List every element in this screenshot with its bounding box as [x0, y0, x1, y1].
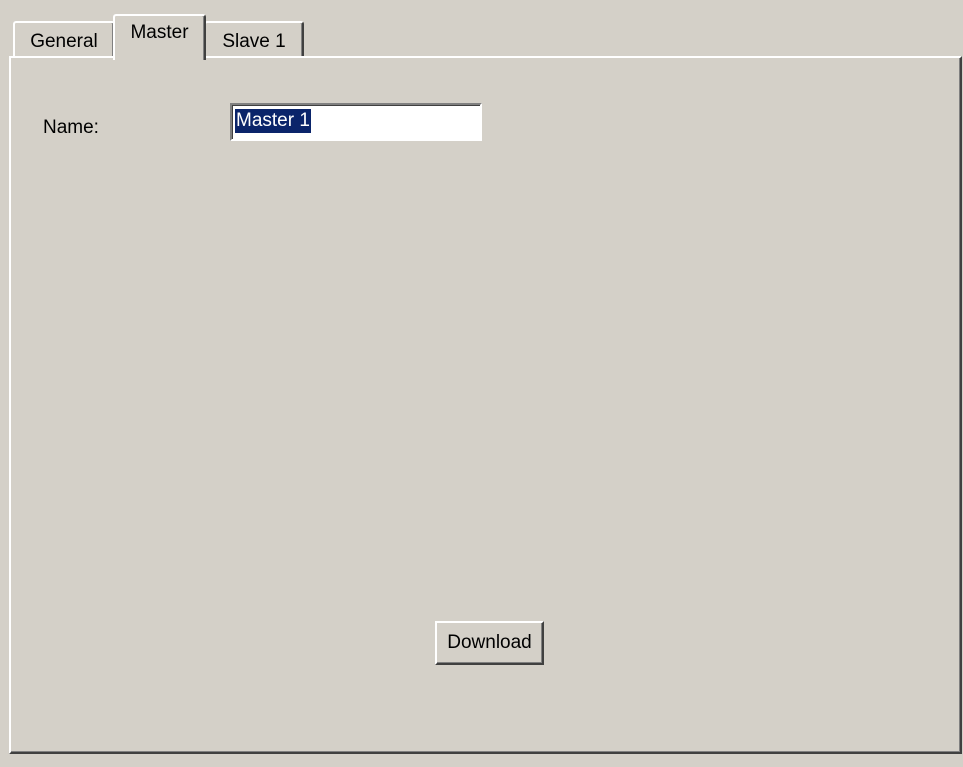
tab-general-label: General	[30, 31, 98, 52]
tab-slave-1[interactable]: Slave 1	[204, 21, 304, 57]
tab-slave-1-label: Slave 1	[222, 31, 286, 52]
name-label: Name:	[43, 117, 99, 138]
tab-strip: General Master Slave 1	[0, 0, 963, 60]
tab-master[interactable]: Master	[113, 14, 206, 60]
name-input[interactable]: Master 1	[230, 103, 482, 141]
master-tab-page: Name: Master 1 Download	[9, 56, 962, 754]
tab-master-label: Master	[130, 22, 189, 43]
name-input-selected-text: Master 1	[235, 109, 311, 133]
tab-general[interactable]: General	[13, 21, 115, 57]
download-button[interactable]: Download	[435, 621, 544, 665]
